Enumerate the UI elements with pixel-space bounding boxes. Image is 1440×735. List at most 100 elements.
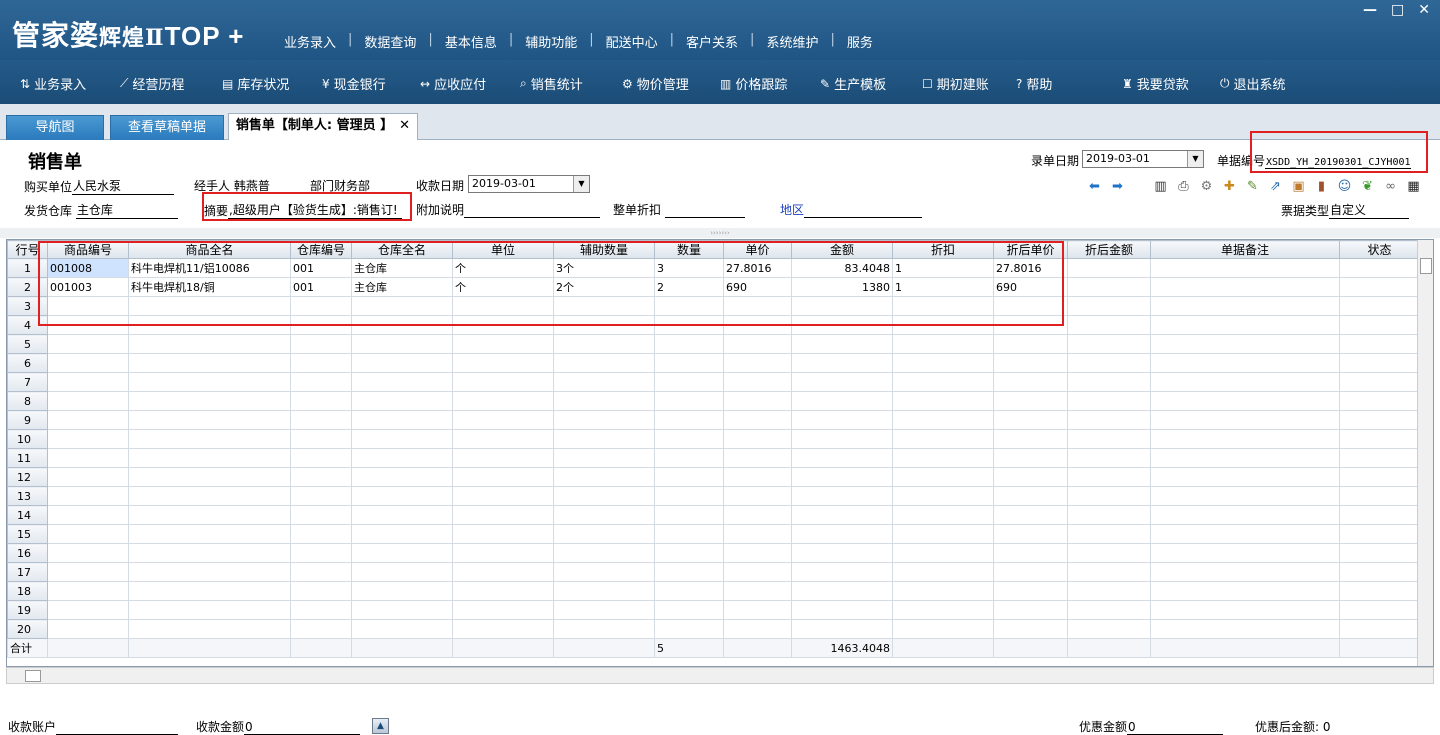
table-row[interactable]: 8 bbox=[7, 391, 1420, 411]
top-menu-item[interactable]: 服务 bbox=[835, 32, 885, 51]
table-cell[interactable] bbox=[553, 600, 655, 620]
table-cell[interactable] bbox=[791, 410, 893, 430]
table-cell[interactable] bbox=[1150, 505, 1340, 525]
table-cell[interactable] bbox=[1150, 334, 1340, 354]
table-cell[interactable] bbox=[1339, 334, 1420, 354]
table-cell[interactable] bbox=[791, 524, 893, 544]
table-cell[interactable] bbox=[553, 296, 655, 316]
toolbar-button[interactable]: ⚙ 物价管理 bbox=[622, 74, 689, 94]
table-cell[interactable] bbox=[128, 429, 291, 449]
table-cell[interactable] bbox=[654, 543, 724, 563]
table-cell[interactable] bbox=[47, 410, 129, 430]
table-cell[interactable] bbox=[351, 543, 453, 563]
table-cell[interactable] bbox=[1150, 391, 1340, 411]
table-cell[interactable] bbox=[892, 505, 994, 525]
table-cell[interactable] bbox=[993, 619, 1068, 639]
table-cell[interactable] bbox=[654, 562, 724, 582]
table-cell[interactable] bbox=[290, 448, 352, 468]
table-cell[interactable] bbox=[351, 619, 453, 639]
table-cell[interactable] bbox=[1339, 258, 1420, 278]
leaf-icon[interactable]: ❦ bbox=[1359, 178, 1376, 195]
vertical-scrollbar[interactable] bbox=[1417, 240, 1433, 666]
table-cell[interactable] bbox=[452, 619, 554, 639]
table-cell[interactable] bbox=[791, 315, 893, 335]
back-arrow-icon[interactable]: ⬅ bbox=[1086, 178, 1103, 195]
table-cell[interactable] bbox=[128, 372, 291, 392]
table-cell[interactable] bbox=[351, 581, 453, 601]
table-cell[interactable] bbox=[993, 353, 1068, 373]
table-cell[interactable] bbox=[47, 600, 129, 620]
table-cell[interactable] bbox=[1339, 505, 1420, 525]
table-row[interactable]: 12 bbox=[7, 467, 1420, 487]
gear-icon[interactable]: ⚙ bbox=[1198, 178, 1215, 195]
table-cell[interactable] bbox=[654, 296, 724, 316]
toolbar-button[interactable]: ↔ 应收应付 bbox=[420, 74, 486, 94]
table-cell[interactable] bbox=[452, 562, 554, 582]
table-cell[interactable] bbox=[1339, 372, 1420, 392]
table-cell[interactable] bbox=[892, 448, 994, 468]
table-cell[interactable] bbox=[723, 315, 792, 335]
table-cell[interactable] bbox=[553, 410, 655, 430]
table-cell[interactable] bbox=[723, 581, 792, 601]
table-cell[interactable] bbox=[1150, 543, 1340, 563]
table-row[interactable]: 13 bbox=[7, 486, 1420, 506]
table-cell[interactable] bbox=[47, 524, 129, 544]
buyer-field[interactable]: 购买单位人民水泵 bbox=[24, 177, 175, 195]
table-row[interactable]: 2 001003 科牛电焊机18/铜 001 主仓库个 2个 2 690 1380 1 690 bbox=[7, 277, 1420, 297]
table-cell[interactable] bbox=[1067, 372, 1151, 392]
table-cell[interactable] bbox=[654, 410, 724, 430]
discount-amount-field[interactable]: 优惠金额0 bbox=[1079, 718, 1224, 735]
table-cell[interactable] bbox=[128, 600, 291, 620]
department-field[interactable]: 部门财务部 bbox=[310, 177, 370, 194]
toolbar-button[interactable]: ⌕ 销售统计 bbox=[520, 74, 583, 93]
table-cell[interactable] bbox=[1067, 581, 1151, 601]
table-cell[interactable] bbox=[654, 448, 724, 468]
scroll-thumb[interactable] bbox=[1420, 258, 1432, 274]
column-header[interactable]: 行号 bbox=[7, 240, 48, 259]
table-cell[interactable] bbox=[553, 448, 655, 468]
table-cell[interactable] bbox=[1150, 600, 1340, 620]
table-cell[interactable] bbox=[47, 581, 129, 601]
column-header[interactable]: 单据备注 bbox=[1150, 240, 1340, 259]
table-cell[interactable] bbox=[892, 562, 994, 582]
table-cell[interactable] bbox=[553, 353, 655, 373]
table-cell[interactable] bbox=[723, 562, 792, 582]
table-cell[interactable] bbox=[1067, 277, 1151, 297]
table-cell[interactable] bbox=[290, 524, 352, 544]
table-cell[interactable] bbox=[290, 429, 352, 449]
column-header[interactable]: 状态 bbox=[1339, 240, 1420, 259]
column-header[interactable]: 金额 bbox=[791, 240, 893, 259]
table-cell[interactable] bbox=[128, 562, 291, 582]
top-menu-item[interactable]: 基本信息 bbox=[433, 32, 509, 51]
table-cell[interactable] bbox=[1339, 543, 1420, 563]
table-cell[interactable] bbox=[128, 524, 291, 544]
column-header[interactable]: 折后金额 bbox=[1067, 240, 1151, 259]
table-cell[interactable] bbox=[1067, 562, 1151, 582]
table-cell[interactable] bbox=[47, 467, 129, 487]
edit-note-icon[interactable]: ✎ bbox=[1244, 178, 1261, 195]
table-cell[interactable] bbox=[1150, 410, 1340, 430]
table-row[interactable]: 18 bbox=[7, 581, 1420, 601]
table-cell[interactable] bbox=[1150, 277, 1340, 297]
table-cell[interactable] bbox=[993, 467, 1068, 487]
table-cell[interactable]: 科牛电焊机18/铜 bbox=[128, 277, 291, 297]
table-cell[interactable] bbox=[892, 543, 994, 563]
column-header[interactable]: 仓库全名 bbox=[351, 240, 453, 259]
table-cell[interactable] bbox=[452, 334, 554, 354]
table-cell[interactable] bbox=[723, 353, 792, 373]
tab-sales-bill[interactable]: 销售单【制单人: 管理员 】 ✕ bbox=[228, 113, 418, 141]
package-icon[interactable]: ▣ bbox=[1290, 178, 1307, 195]
table-cell[interactable] bbox=[791, 372, 893, 392]
tab-close-icon[interactable]: ✕ bbox=[399, 118, 410, 133]
table-cell[interactable] bbox=[553, 429, 655, 449]
top-menu-item[interactable]: 系统维护 bbox=[754, 32, 830, 51]
table-cell[interactable] bbox=[351, 505, 453, 525]
table-cell[interactable] bbox=[723, 524, 792, 544]
table-cell[interactable] bbox=[351, 353, 453, 373]
table-cell[interactable]: 2个 bbox=[553, 277, 655, 297]
table-cell[interactable] bbox=[892, 619, 994, 639]
toolbar-button[interactable]: ¥ 现金银行 bbox=[322, 74, 386, 94]
table-cell[interactable]: 主仓库 bbox=[351, 258, 453, 278]
table-cell[interactable] bbox=[553, 391, 655, 411]
table-cell[interactable] bbox=[723, 600, 792, 620]
